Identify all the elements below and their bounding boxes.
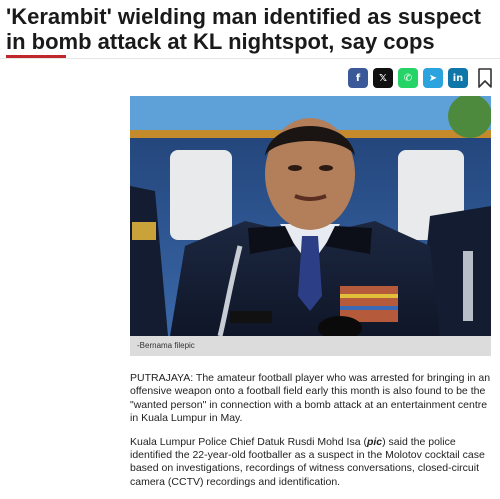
image-caption: -Bernama filepic bbox=[130, 336, 491, 356]
facebook-share-button[interactable]: f bbox=[348, 68, 368, 88]
share-bar: f 𝕏 ✆ ➤ in bbox=[348, 68, 468, 88]
paragraph-2-pic-label: pic bbox=[366, 435, 383, 448]
telegram-share-button[interactable]: ➤ bbox=[423, 68, 443, 88]
header-divider bbox=[0, 58, 500, 59]
linkedin-icon: in bbox=[452, 72, 464, 84]
whatsapp-icon: ✆ bbox=[403, 72, 413, 84]
bookmark-icon[interactable] bbox=[477, 68, 493, 88]
article-photo bbox=[130, 96, 491, 336]
linkedin-share-button[interactable]: in bbox=[448, 68, 468, 88]
paragraph-2-text-before: Kuala Lumpur Police Chief Datuk Rusdi Mo… bbox=[130, 435, 367, 448]
x-icon: 𝕏 bbox=[378, 72, 388, 84]
article-body: PUTRAJAYA: The amateur football player w… bbox=[130, 372, 496, 499]
police-chief-photo bbox=[130, 96, 491, 336]
telegram-icon: ➤ bbox=[428, 72, 438, 84]
facebook-icon: f bbox=[355, 72, 361, 84]
whatsapp-share-button[interactable]: ✆ bbox=[398, 68, 418, 88]
article-paragraph-2: Kuala Lumpur Police Chief Datuk Rusdi Mo… bbox=[130, 436, 496, 490]
x-share-button[interactable]: 𝕏 bbox=[373, 68, 393, 88]
article-headline: 'Kerambit' wielding man identified as su… bbox=[6, 4, 482, 54]
article-paragraph-1: PUTRAJAYA: The amateur football player w… bbox=[130, 372, 491, 425]
